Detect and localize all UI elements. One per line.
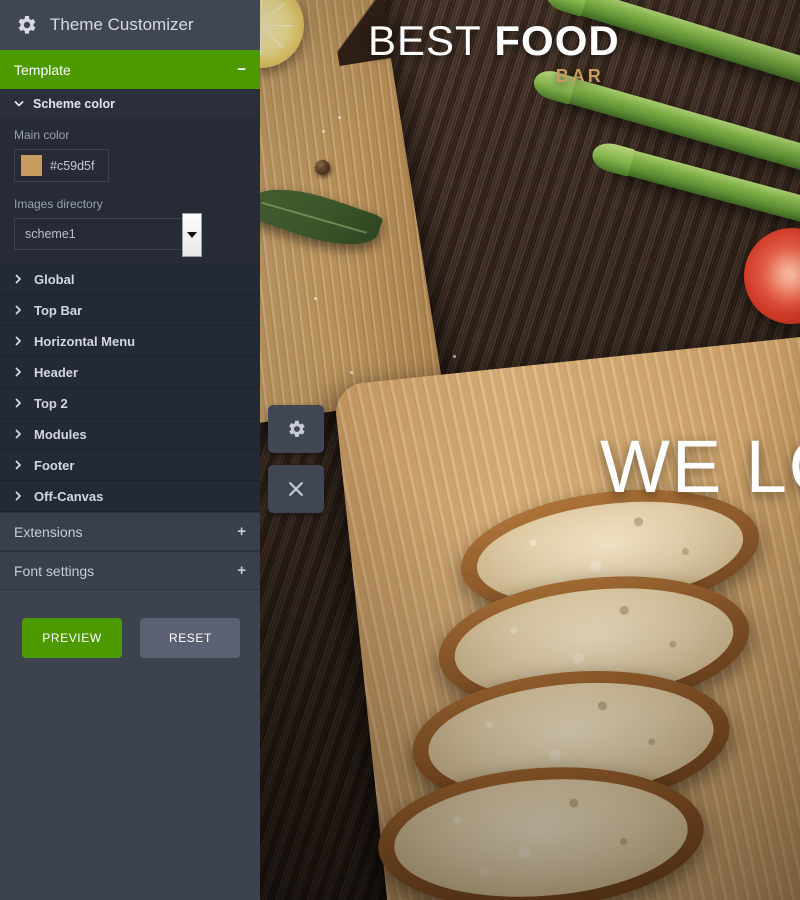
site-preview[interactable]: BEST FOOD BAR WE LO Lorem ipsum dolor si… <box>260 0 800 900</box>
logo-word-food: FOOD <box>494 17 620 64</box>
logo-word-best: BEST <box>368 17 482 64</box>
main-color-input[interactable]: #c59d5f <box>14 149 109 182</box>
theme-customizer-screen: BEST FOOD BAR WE LO Lorem ipsum dolor si… <box>0 0 800 900</box>
hero-heading: WE LO <box>600 425 800 508</box>
images-directory-value: scheme1 <box>25 227 76 241</box>
panel-header-template[interactable]: Template − <box>0 50 260 89</box>
panel-header-extensions[interactable]: Extensions + <box>0 512 260 551</box>
panel-label-template: Template <box>14 61 71 78</box>
accordion-label: Footer <box>34 457 75 473</box>
main-color-value: #c59d5f <box>50 158 95 173</box>
gear-icon <box>18 16 36 34</box>
accordion-item-off-canvas[interactable]: Off-Canvas <box>0 481 260 512</box>
close-icon <box>289 482 303 496</box>
chevron-right-icon <box>15 429 21 439</box>
panel-expand-icon: + <box>237 562 246 579</box>
accordion-item-header[interactable]: Header <box>0 357 260 388</box>
chevron-right-icon <box>15 274 21 284</box>
chevron-down-icon <box>14 100 24 106</box>
images-directory-label: Images directory <box>14 197 103 211</box>
select-arrow-button[interactable] <box>182 213 202 257</box>
accordion-item-horizontal-menu[interactable]: Horizontal Menu <box>0 326 260 357</box>
close-toggle-button[interactable] <box>268 465 324 513</box>
accordion-label: Global <box>34 271 75 287</box>
panel-header-font-settings[interactable]: Font settings + <box>0 551 260 590</box>
chevron-right-icon <box>15 398 21 408</box>
sidebar-titlebar: Theme Customizer <box>0 0 260 50</box>
accordion-item-global[interactable]: Global <box>0 264 260 295</box>
accordion-label: Header <box>34 364 79 380</box>
settings-toggle-button[interactable] <box>268 405 324 453</box>
accordion-label: Modules <box>34 426 87 442</box>
chevron-right-icon <box>15 491 21 501</box>
chevron-down-icon <box>187 232 197 238</box>
reset-button[interactable]: RESET <box>140 618 241 658</box>
main-color-label: Main color <box>14 128 70 142</box>
panel-expand-icon: + <box>237 523 246 540</box>
color-swatch[interactable] <box>21 155 42 176</box>
scheme-color-fields: Main color #c59d5f Images directory sche… <box>0 118 260 264</box>
images-directory-select[interactable]: scheme1 <box>14 213 202 257</box>
chevron-right-icon <box>15 336 21 346</box>
subsection-label-scheme-color: Scheme color <box>33 96 115 111</box>
accordion-label: Off-Canvas <box>34 488 104 504</box>
subsection-header-scheme-color[interactable]: Scheme color <box>0 89 260 118</box>
panel-collapse-icon: − <box>237 61 246 78</box>
accordion-item-top-bar[interactable]: Top Bar <box>0 295 260 326</box>
panel-label-extensions: Extensions <box>14 523 83 540</box>
theme-customizer-sidebar: Theme Customizer Template − Scheme color… <box>0 0 260 900</box>
site-logo[interactable]: BEST FOOD BAR <box>368 18 620 87</box>
page-title: Theme Customizer <box>50 15 194 34</box>
chevron-right-icon <box>15 305 21 315</box>
chevron-right-icon <box>15 367 21 377</box>
hero-description-line-1: Lorem ipsum dolor sit amet, cons <box>560 588 800 616</box>
hero-description: Lorem ipsum dolor sit amet, cons magna a… <box>560 588 800 644</box>
logo-subtitle: BAR <box>555 66 604 86</box>
accordion-list: Global Top Bar Horizontal Menu Header To… <box>0 264 260 512</box>
sidebar-action-buttons: PREVIEW RESET <box>0 590 260 658</box>
chevron-right-icon <box>15 460 21 470</box>
accordion-label: Horizontal Menu <box>34 333 136 349</box>
gear-icon <box>289 420 305 437</box>
panel-label-font-settings: Font settings <box>14 562 95 579</box>
accordion-item-modules[interactable]: Modules <box>0 419 260 450</box>
accordion-item-footer[interactable]: Footer <box>0 450 260 481</box>
logo-wordmark: BEST FOOD <box>368 18 620 64</box>
preview-button[interactable]: PREVIEW <box>22 618 122 658</box>
accordion-label: Top Bar <box>34 302 83 318</box>
accordion-label: Top 2 <box>34 395 68 411</box>
accordion-item-top-2[interactable]: Top 2 <box>0 388 260 419</box>
hero-description-line-2: magna aliqu <box>560 616 800 644</box>
floating-toggle-group <box>268 405 324 513</box>
